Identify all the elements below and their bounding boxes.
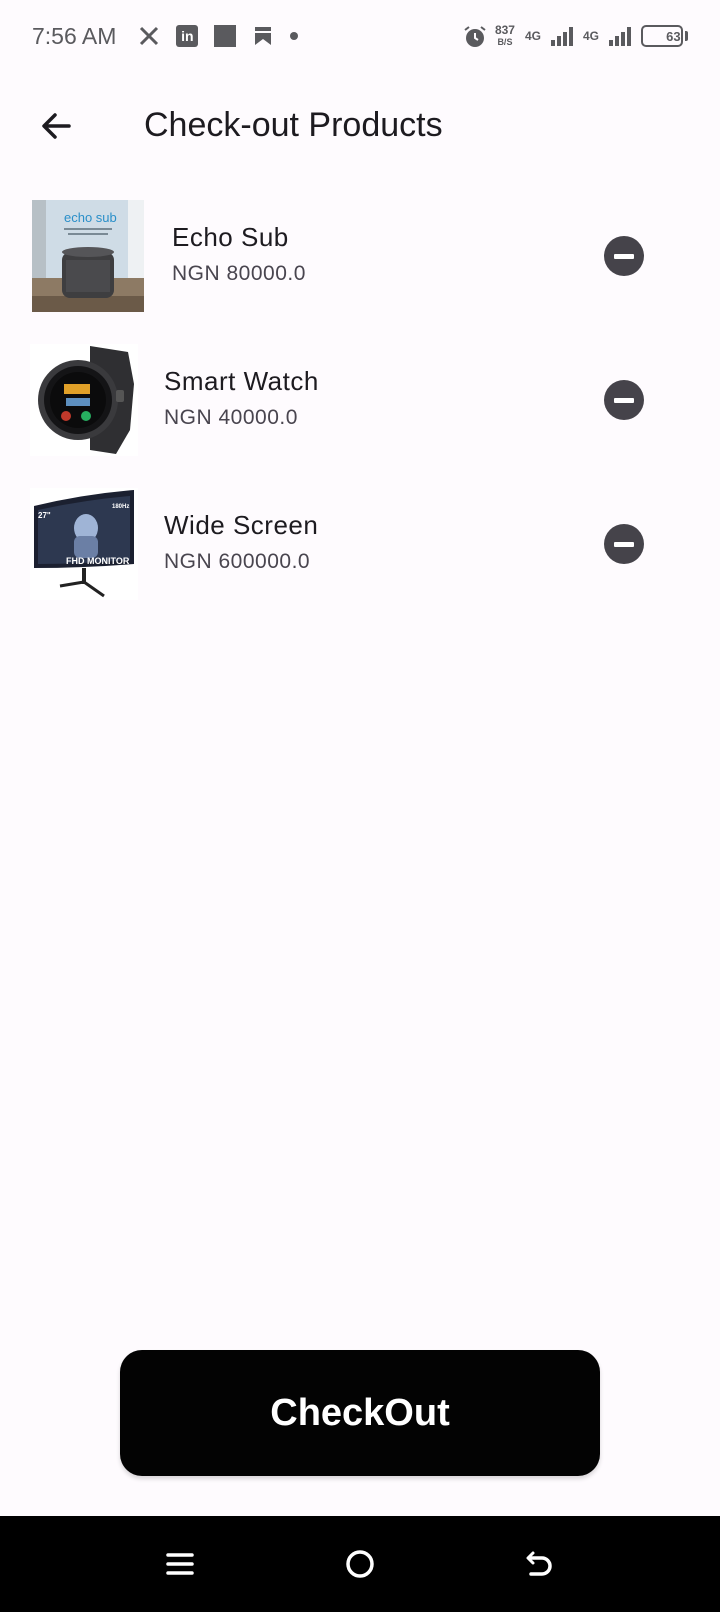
linkedin-icon: in <box>176 25 199 47</box>
menu-button[interactable] <box>160 1544 200 1584</box>
navigation-bar <box>0 1516 720 1612</box>
home-circle-icon <box>346 1550 374 1578</box>
product-price: NGN 80000.0 <box>172 262 306 285</box>
app-bar: Check-out Products <box>0 90 720 164</box>
back-button[interactable] <box>36 106 76 146</box>
checkout-label: CheckOut <box>270 1391 450 1434</box>
speaker-brand-text: echo sub <box>64 210 117 225</box>
smartwatch-image <box>30 344 138 456</box>
product-name: Wide Screen <box>164 510 319 540</box>
dot-icon <box>290 32 299 40</box>
battery-level: 63 <box>666 28 681 44</box>
network-type-1: 4G <box>524 29 541 43</box>
speaker-image: echo sub <box>32 200 144 312</box>
menu-icon <box>166 1553 194 1575</box>
square-icon <box>214 25 237 47</box>
remove-button[interactable] <box>604 524 644 564</box>
monitor-size-text: 27" <box>38 511 51 520</box>
status-right: 837 B/S 4G 4G 63 <box>463 24 688 48</box>
arrow-left-icon <box>42 113 71 139</box>
speed-value: 837 <box>494 23 515 37</box>
checkout-button[interactable]: CheckOut <box>120 1350 600 1476</box>
remove-button[interactable] <box>604 380 644 420</box>
monitor-hz-text: 180Hz <box>112 504 129 510</box>
product-name: Echo Sub <box>172 222 289 252</box>
network-type-2: 4G <box>582 29 599 43</box>
page-title: Check-out Products <box>144 106 443 144</box>
monitor-image: 27" 180Hz FHD MONITOR <box>30 488 138 600</box>
battery-tip <box>685 31 688 41</box>
battery-icon: 63 <box>641 25 683 47</box>
list-item: echo sub Echo Sub NGN 80000.0 <box>0 200 720 312</box>
back-nav-button[interactable] <box>520 1544 560 1584</box>
remove-button[interactable] <box>604 236 644 276</box>
speed-unit: B/S <box>497 37 513 47</box>
back-icon <box>526 1551 552 1576</box>
signal-icon <box>550 26 573 46</box>
monitor-label-text: FHD MONITOR <box>66 556 130 566</box>
remove-circle-icon <box>614 253 634 259</box>
product-price: NGN 600000.0 <box>164 550 311 573</box>
product-price: NGN 40000.0 <box>164 406 298 429</box>
list-item: 27" 180Hz FHD MONITOR Wide Screen NGN 60… <box>0 488 720 600</box>
status-time: 7:56 AM <box>32 22 117 49</box>
remove-circle-icon <box>614 397 634 403</box>
bookmark-icon <box>252 25 274 47</box>
x-icon <box>138 25 160 47</box>
list-item: Smart Watch NGN 40000.0 <box>0 344 720 456</box>
alarm-icon <box>463 25 486 47</box>
status-left: 7:56 AM in <box>32 22 299 50</box>
product-name: Smart Watch <box>164 366 319 396</box>
network-speed: 837 B/S <box>495 24 515 48</box>
remove-circle-icon <box>614 541 634 547</box>
status-bar: 7:56 AM in 837 B/S 4G 4G 63 <box>0 0 720 72</box>
home-button[interactable] <box>340 1544 380 1584</box>
signal-icon-2 <box>609 26 631 46</box>
